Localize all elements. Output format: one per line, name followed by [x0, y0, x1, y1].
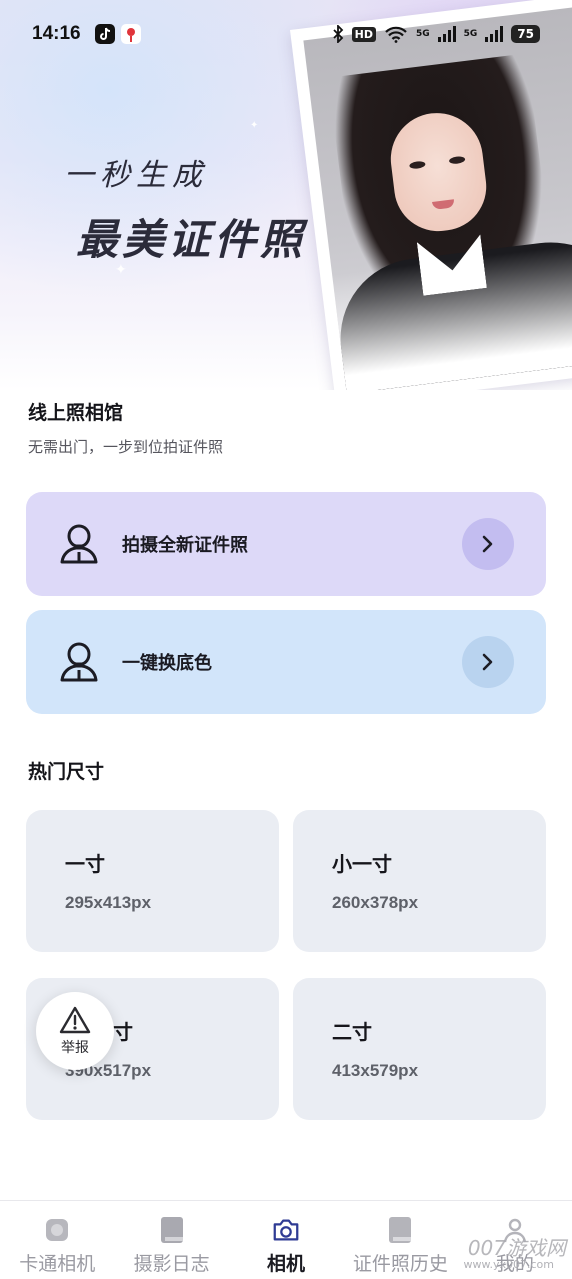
notification-icons — [94, 24, 141, 44]
signal-icon — [485, 26, 504, 42]
size-name: 一寸 — [65, 852, 105, 876]
battery-indicator: 75 — [511, 25, 540, 43]
size-card-one-inch[interactable]: 一寸 295x413px — [26, 810, 279, 952]
size-pixels: 295x413px — [65, 893, 152, 912]
site-watermark: 007游戏网 — [467, 1236, 566, 1260]
hd-badge: HD — [351, 26, 376, 42]
size-card-two-inch[interactable]: 二寸 413x579px — [293, 978, 546, 1120]
chevron-right-icon[interactable] — [462, 518, 514, 570]
hero-line1: 一秒生成 — [64, 158, 208, 193]
network-5g-label: 5G — [415, 28, 430, 39]
site-watermark-url: www.yx007.com — [463, 1258, 554, 1271]
size-name: 小一寸 — [332, 852, 392, 876]
size-pixels: 413x579px — [332, 1061, 419, 1080]
tab-label: 相机 — [267, 1253, 306, 1275]
report-label: 举报 — [61, 1040, 89, 1056]
size-pixels: 260x378px — [332, 893, 419, 912]
action-label: 一键换底色 — [122, 653, 212, 674]
studio-subtitle: 无需出门，一步到位拍证件照 — [28, 438, 224, 456]
tab-label: 证件照历史 — [352, 1253, 448, 1275]
chevron-right-icon[interactable] — [462, 636, 514, 688]
person-icon — [60, 642, 98, 682]
history-book-icon — [385, 1215, 415, 1245]
warning-icon — [59, 1006, 91, 1034]
book-icon — [157, 1215, 187, 1245]
change-background-button[interactable]: 一键换底色 — [26, 610, 546, 714]
tab-camera[interactable]: 相机 — [229, 1201, 343, 1279]
wifi-icon — [385, 26, 407, 43]
tiktok-icon — [94, 24, 115, 44]
eye — [409, 160, 426, 170]
status-time: 14:16 — [32, 23, 81, 44]
eye — [448, 155, 466, 165]
hero-line2: 最美证件照 — [76, 215, 307, 264]
size-pixels: 390x517px — [65, 1061, 152, 1080]
status-indicators: HD 5G 5G 75 — [332, 25, 540, 43]
tab-id-photo-history[interactable]: 证件照历史 — [343, 1201, 457, 1279]
map-pin-icon — [120, 24, 141, 44]
network-5g-label: 5G — [463, 28, 478, 39]
person-icon — [60, 524, 98, 564]
studio-title: 线上照相馆 — [28, 402, 124, 424]
take-new-photo-button[interactable]: 拍摄全新证件照 — [26, 492, 546, 596]
size-card-small-one-inch[interactable]: 小一寸 260x378px — [293, 810, 546, 952]
size-name: 二寸 — [332, 1020, 372, 1044]
tab-label: 摄影日志 — [133, 1253, 210, 1275]
sparkle-icon: ✦ — [250, 120, 259, 131]
tab-photo-journal[interactable]: 摄影日志 — [114, 1201, 228, 1279]
tab-label: 卡通相机 — [19, 1253, 96, 1275]
signal-icon — [437, 26, 456, 42]
lips — [432, 199, 455, 210]
bluetooth-icon — [333, 25, 343, 43]
status-bar: 14:16 HD 5G 5G 75 — [0, 0, 572, 68]
popular-sizes-title: 热门尺寸 — [28, 761, 105, 783]
action-label: 拍摄全新证件照 — [122, 535, 248, 556]
tab-cartoon-camera[interactable]: 卡通相机 — [0, 1201, 114, 1279]
cartoon-icon — [42, 1215, 72, 1245]
hero-slogan: 一秒生成 最美证件照 — [62, 150, 306, 267]
report-button[interactable]: 举报 — [36, 992, 114, 1070]
camera-icon — [271, 1215, 301, 1245]
